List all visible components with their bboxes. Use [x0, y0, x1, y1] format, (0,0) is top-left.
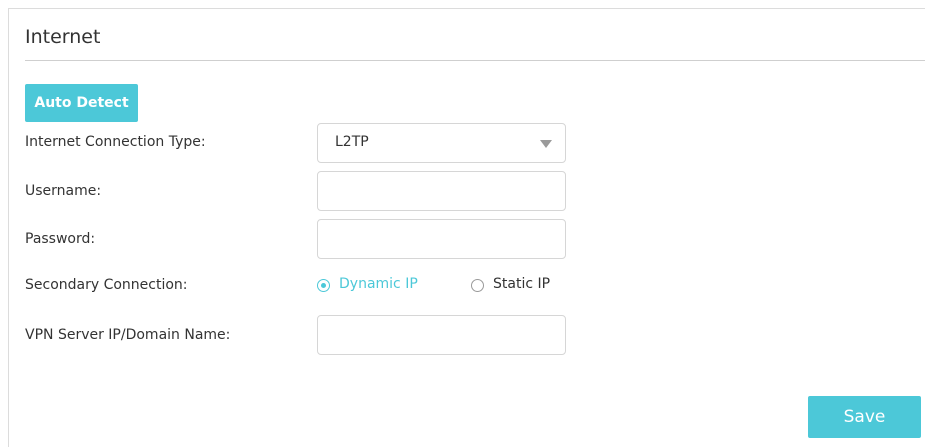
username-label: Username: [25, 183, 102, 199]
radio-static-ip[interactable]: Static IP [471, 276, 581, 298]
radio-static-ip-label: Static IP [493, 276, 551, 292]
save-button[interactable]: Save [808, 396, 921, 438]
radio-unchecked-icon [471, 279, 484, 292]
password-input[interactable] [317, 219, 566, 259]
page: Internet Auto Detect Internet Connection… [0, 0, 925, 447]
password-label: Password: [25, 231, 96, 247]
vpn-server-input[interactable] [317, 315, 566, 355]
panel-title: Internet [25, 26, 101, 48]
chevron-down-icon [540, 140, 552, 148]
username-input[interactable] [317, 171, 566, 211]
radio-checked-icon [317, 279, 330, 292]
connection-type-select[interactable]: L2TP [317, 123, 566, 163]
radio-dynamic-ip[interactable]: Dynamic IP [317, 276, 457, 298]
internet-panel: Internet Auto Detect Internet Connection… [8, 8, 925, 447]
title-divider [25, 60, 925, 61]
vpn-server-label: VPN Server IP/Domain Name: [25, 327, 231, 343]
radio-dynamic-ip-label: Dynamic IP [339, 276, 418, 292]
connection-type-label: Internet Connection Type: [25, 134, 206, 150]
connection-type-value: L2TP [335, 134, 369, 150]
secondary-connection-label: Secondary Connection: [25, 277, 188, 293]
auto-detect-button[interactable]: Auto Detect [25, 84, 138, 122]
radio-dot [321, 283, 326, 288]
